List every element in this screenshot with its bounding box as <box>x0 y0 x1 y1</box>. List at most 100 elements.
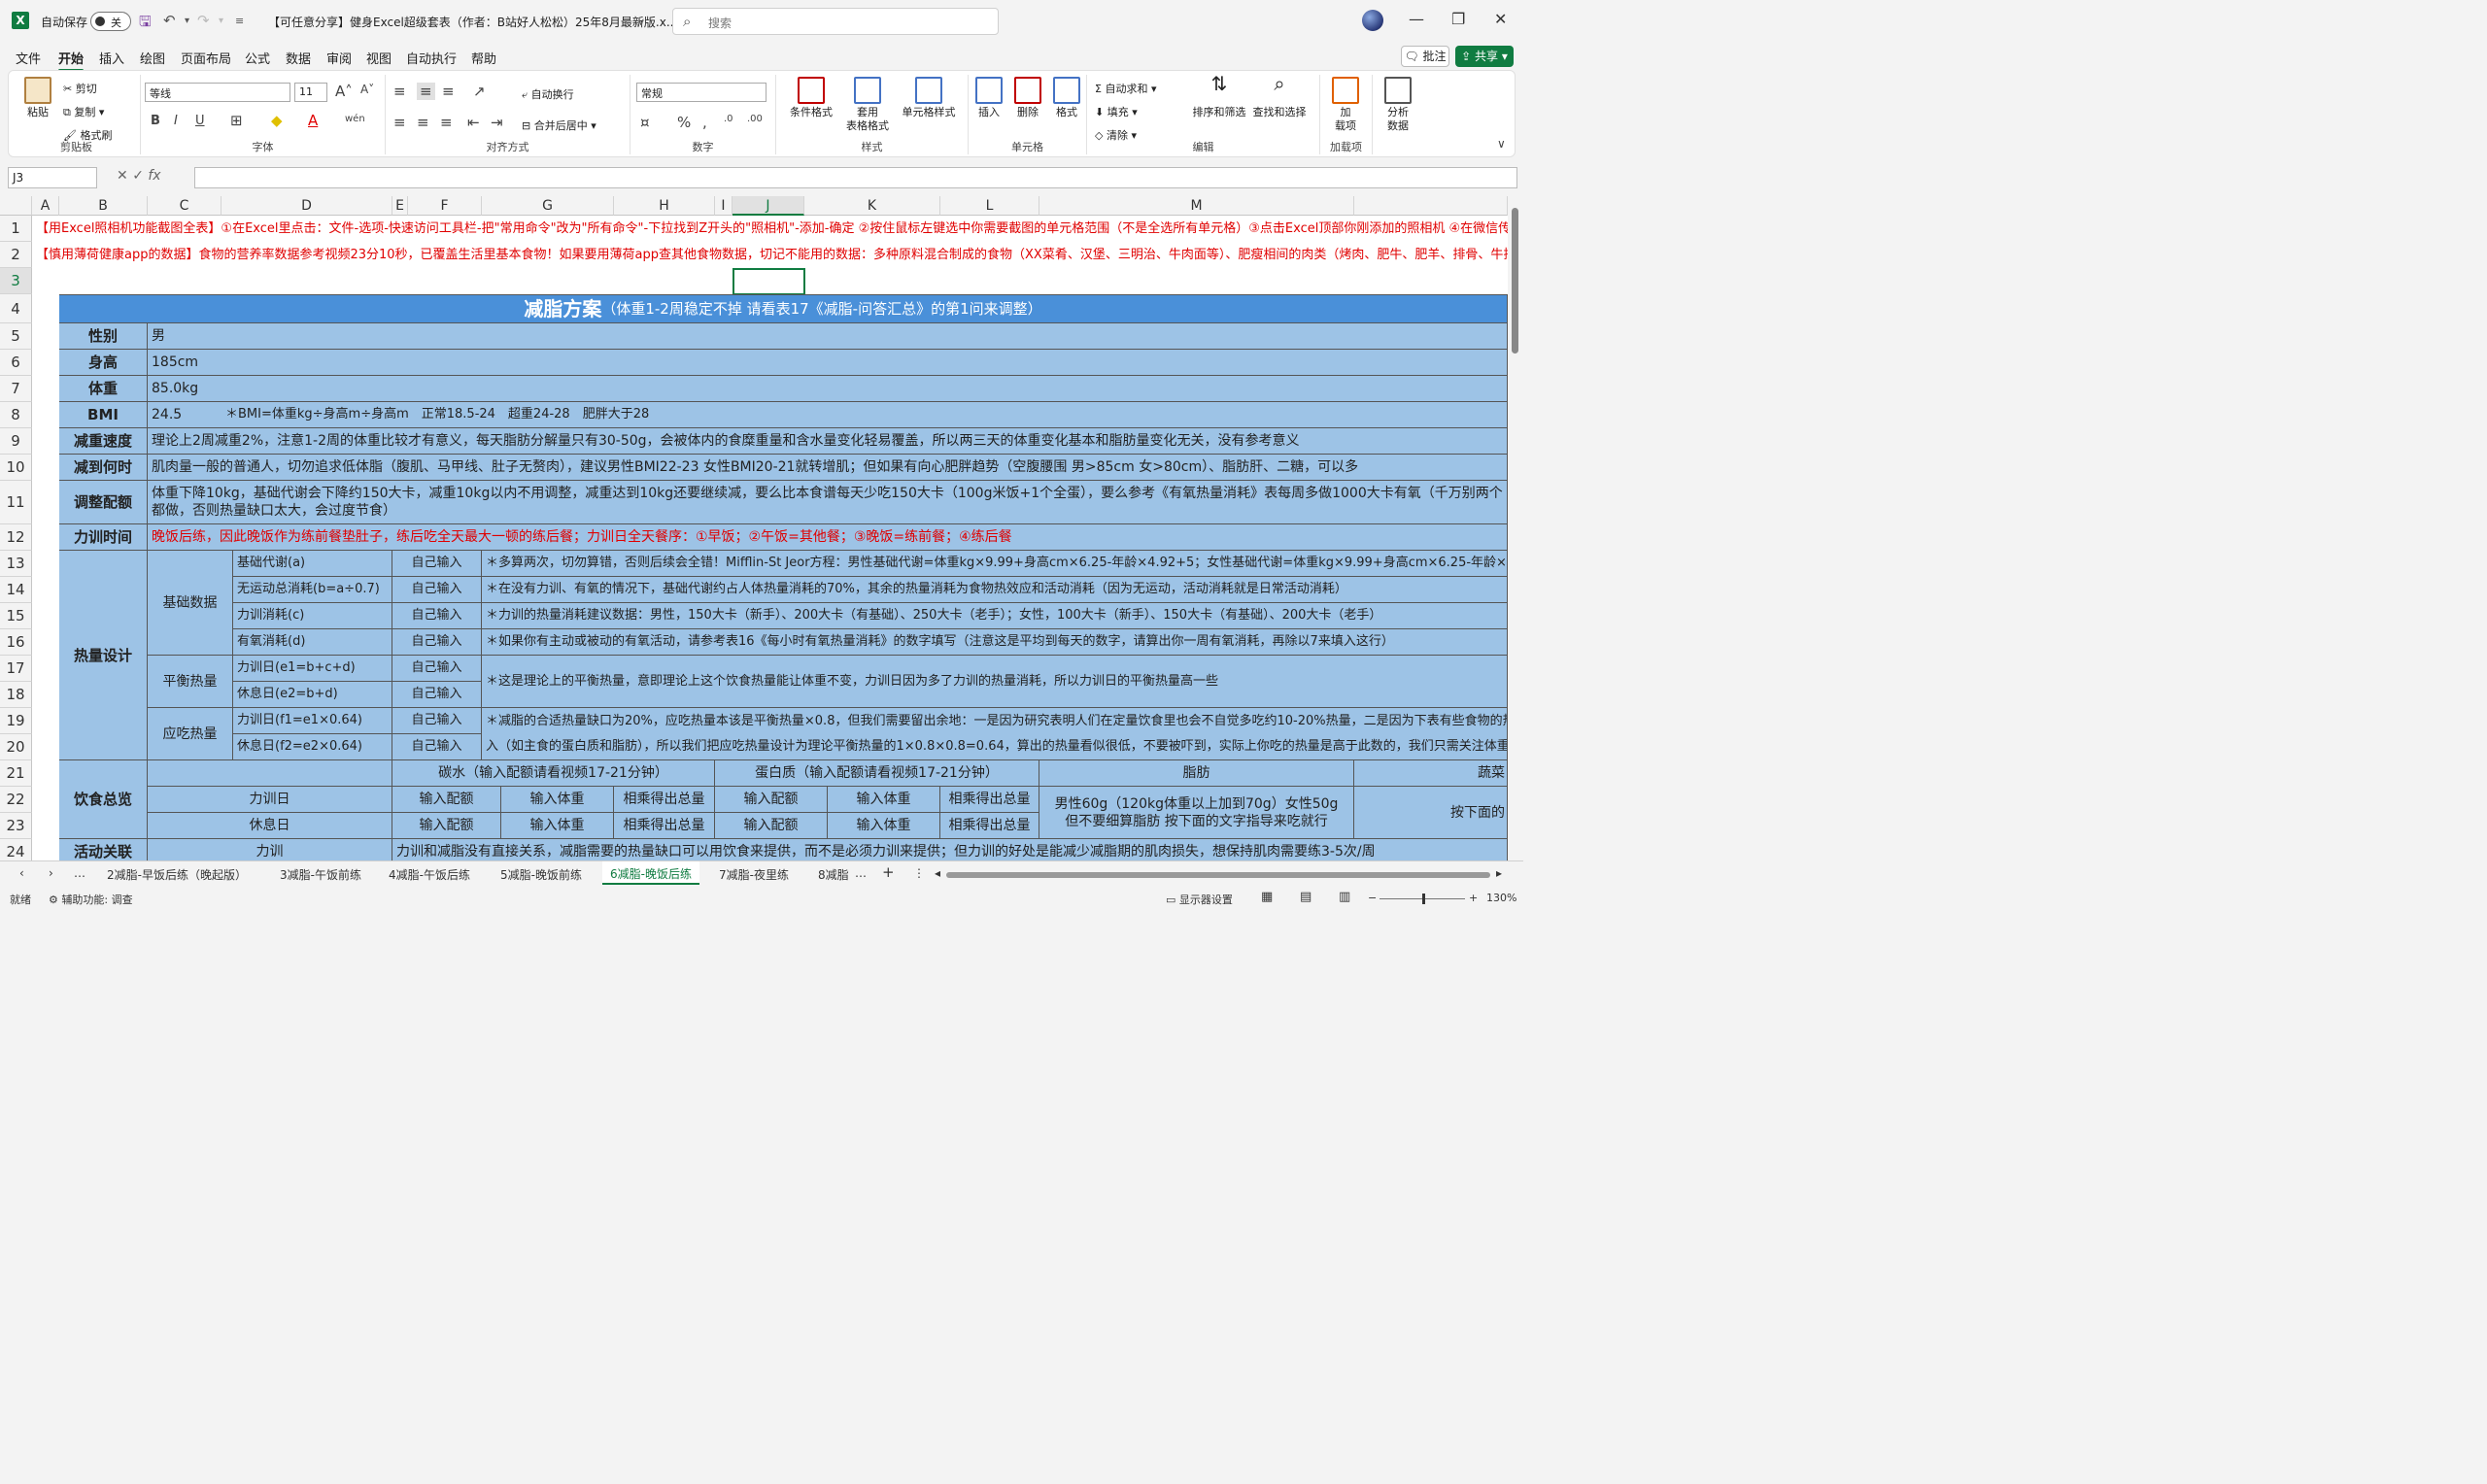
zoom-in-icon[interactable]: + <box>1469 892 1478 904</box>
vertical-scrollbar[interactable] <box>1508 196 1523 860</box>
tab-insert[interactable]: 插入 <box>99 49 124 67</box>
search-box[interactable]: ⌕ 搜索 <box>672 8 999 35</box>
font-size-select[interactable]: 11 <box>294 83 327 102</box>
copy-button[interactable]: ⧉ 复制 ▾ <box>63 104 104 119</box>
find-select-button[interactable]: ⌕ 查找和选择 <box>1248 74 1311 119</box>
scroll-tabs-right-icon[interactable]: › <box>49 866 53 880</box>
cut-button[interactable]: ✂ 剪切 <box>63 81 97 96</box>
row-header-14[interactable]: 14 <box>0 577 32 603</box>
row-header-16[interactable]: 16 <box>0 629 32 656</box>
value-bmi[interactable]: 24.5 <box>148 402 221 428</box>
fill-button[interactable]: ⬇ 填充 ▾ <box>1095 104 1138 119</box>
vertical-scroll-thumb[interactable] <box>1512 208 1518 354</box>
label-gender[interactable]: 性别 <box>59 323 148 350</box>
sheet-tab-6[interactable]: 6减脂-晚饭后练 <box>602 861 699 885</box>
activity-train[interactable]: 力训 <box>148 839 392 860</box>
comments-button[interactable]: 🗨 批注 <box>1401 46 1449 67</box>
input-train-burn[interactable]: 自己输入 <box>392 603 482 629</box>
row-header-4[interactable]: 4 <box>0 294 32 323</box>
grow-font-icon[interactable]: A˄ <box>335 83 353 100</box>
italic-icon[interactable]: I <box>174 114 178 128</box>
title-dropdown-icon[interactable]: ∨ <box>637 16 645 28</box>
item-eat-train[interactable]: 力训日(f1=e1×0.64) <box>233 708 392 734</box>
bold-icon[interactable]: B <box>151 114 160 128</box>
rest-protein-quota[interactable]: 输入配额 <box>715 813 828 839</box>
train-carb-quota[interactable]: 输入配额 <box>392 787 501 813</box>
note-cardio-burn[interactable]: ＊如果你有主动或被动的有氧活动，请参考表16《每小时有氧热量消耗》的数字填写（注… <box>482 629 1508 656</box>
value-weight[interactable]: 85.0kg <box>148 376 1508 402</box>
rest-carb-weight[interactable]: 输入体重 <box>501 813 614 839</box>
value-gender[interactable]: 男 <box>148 323 1508 350</box>
conditional-formatting-button[interactable]: 条件格式 <box>782 77 840 119</box>
column-header-h[interactable]: H <box>614 196 715 216</box>
share-button[interactable]: ⇪ 共享 ▾ <box>1455 46 1514 67</box>
zoom-slider[interactable] <box>1380 894 1465 904</box>
row-header-3[interactable]: 3 <box>0 268 32 294</box>
train-protein-weight[interactable]: 输入体重 <box>828 787 940 813</box>
worksheet[interactable]: A B C D E F G H I J K L M 1 2 3 4 5 6 7 … <box>0 196 1508 860</box>
input-no-exercise[interactable]: 自己输入 <box>392 577 482 603</box>
column-header-g[interactable]: G <box>482 196 614 216</box>
input-balance-train[interactable]: 自己输入 <box>392 656 482 682</box>
label-diet-overview[interactable]: 饮食总览 <box>59 760 148 839</box>
row-header-2[interactable]: 2 <box>0 242 32 268</box>
cancel-icon[interactable]: ✕ <box>117 168 128 184</box>
sheet-tab-8[interactable]: 8减脂 <box>818 866 849 883</box>
label-height[interactable]: 身高 <box>59 350 148 376</box>
tab-help[interactable]: 帮助 <box>471 49 496 67</box>
note-eat-line-1[interactable]: ＊减脂的合适热量缺口为20%，应吃热量本该是平衡热量×0.8，但我们需要留出余地… <box>482 708 1508 734</box>
autosum-button[interactable]: Σ 自动求和 ▾ <box>1095 81 1156 96</box>
cell-styles-button[interactable]: 单元格样式 <box>897 77 961 119</box>
train-carb-total[interactable]: 相乘得出总量 <box>614 787 715 813</box>
item-bmr[interactable]: 基础代谢(a) <box>233 551 392 577</box>
input-eat-rest[interactable]: 自己输入 <box>392 734 482 760</box>
value-loss-speed[interactable]: 理论上2周减重2%，注意1-2周的体重比较才有意义，每天脂肪分解量只有30-50… <box>148 428 1508 455</box>
row-header-11[interactable]: 11 <box>0 481 32 524</box>
autosave-toggle[interactable]: 关 <box>90 12 131 31</box>
fill-color-icon[interactable]: ◆ <box>271 112 283 129</box>
selected-cell-j3[interactable] <box>732 268 805 295</box>
diet-header-carb[interactable]: 碳水（输入配额请看视频17-21分钟） <box>392 760 715 787</box>
item-no-exercise[interactable]: 无运动总消耗(b=a÷0.7) <box>233 577 392 603</box>
formula-input[interactable] <box>194 167 1517 188</box>
avatar[interactable] <box>1362 10 1383 31</box>
diet-header-veg[interactable]: 蔬菜 <box>1354 760 1508 787</box>
increase-indent-icon[interactable]: ⇥ <box>491 114 503 131</box>
horizontal-scroll-thumb[interactable] <box>946 872 1490 878</box>
label-weight[interactable]: 体重 <box>59 376 148 402</box>
more-tabs-left-icon[interactable]: … <box>74 866 85 880</box>
more-tabs-right-icon[interactable]: … <box>855 866 867 880</box>
note-row-2[interactable]: 【慎用薄荷健康app的数据】食物的营养率数据参考视频23分10秒，已覆盖生活里基… <box>32 242 1508 268</box>
add-sheet-icon[interactable]: + <box>882 863 895 881</box>
column-header-d[interactable]: D <box>221 196 392 216</box>
item-balance-train[interactable]: 力训日(e1=b+c+d) <box>233 656 392 682</box>
row-header-15[interactable]: 15 <box>0 603 32 629</box>
accessibility-status[interactable]: ⚙ 辅助功能: 调查 <box>49 892 133 907</box>
align-top-icon[interactable]: ≡ <box>393 83 406 100</box>
group-balance-heat[interactable]: 平衡热量 <box>148 656 233 708</box>
row-header-13[interactable]: 13 <box>0 551 32 577</box>
sheet-tab-2[interactable]: 2减脂-早饭后练（晚起版） <box>107 866 247 883</box>
hscroll-left-icon[interactable]: ◂ <box>935 866 940 880</box>
label-train-time[interactable]: 力训时间 <box>59 524 148 551</box>
group-eat-heat[interactable]: 应吃热量 <box>148 708 233 760</box>
item-cardio-burn[interactable]: 有氧消耗(d) <box>233 629 392 656</box>
rest-carb-quota[interactable]: 输入配额 <box>392 813 501 839</box>
insert-function-icon[interactable]: fx <box>148 168 160 184</box>
sheet-tab-5[interactable]: 5减脂-晚饭前练 <box>500 866 582 883</box>
diet-header-blank[interactable] <box>148 760 392 787</box>
column-header-a[interactable]: A <box>32 196 59 216</box>
diet-train-day[interactable]: 力训日 <box>148 787 392 813</box>
decrease-indent-icon[interactable]: ⇤ <box>467 114 480 131</box>
column-header-i[interactable]: I <box>715 196 732 216</box>
note-train-burn[interactable]: ＊力训的热量消耗建议数据：男性，150大卡（新手）、200大卡（有基础）、250… <box>482 603 1508 629</box>
align-bottom-icon[interactable]: ≡ <box>442 83 455 100</box>
paste-button[interactable]: 粘贴 <box>18 77 57 119</box>
zoom-level[interactable]: 130% <box>1486 892 1516 904</box>
item-train-burn[interactable]: 力训消耗(c) <box>233 603 392 629</box>
align-left-icon[interactable]: ≡ <box>393 114 406 131</box>
merge-center-button[interactable]: ⊟ 合并后居中 ▾ <box>522 118 596 133</box>
row-header-1[interactable]: 1 <box>0 216 32 242</box>
close-icon[interactable]: ✕ <box>1494 10 1507 28</box>
collapse-ribbon-icon[interactable]: ∨ <box>1497 137 1506 151</box>
